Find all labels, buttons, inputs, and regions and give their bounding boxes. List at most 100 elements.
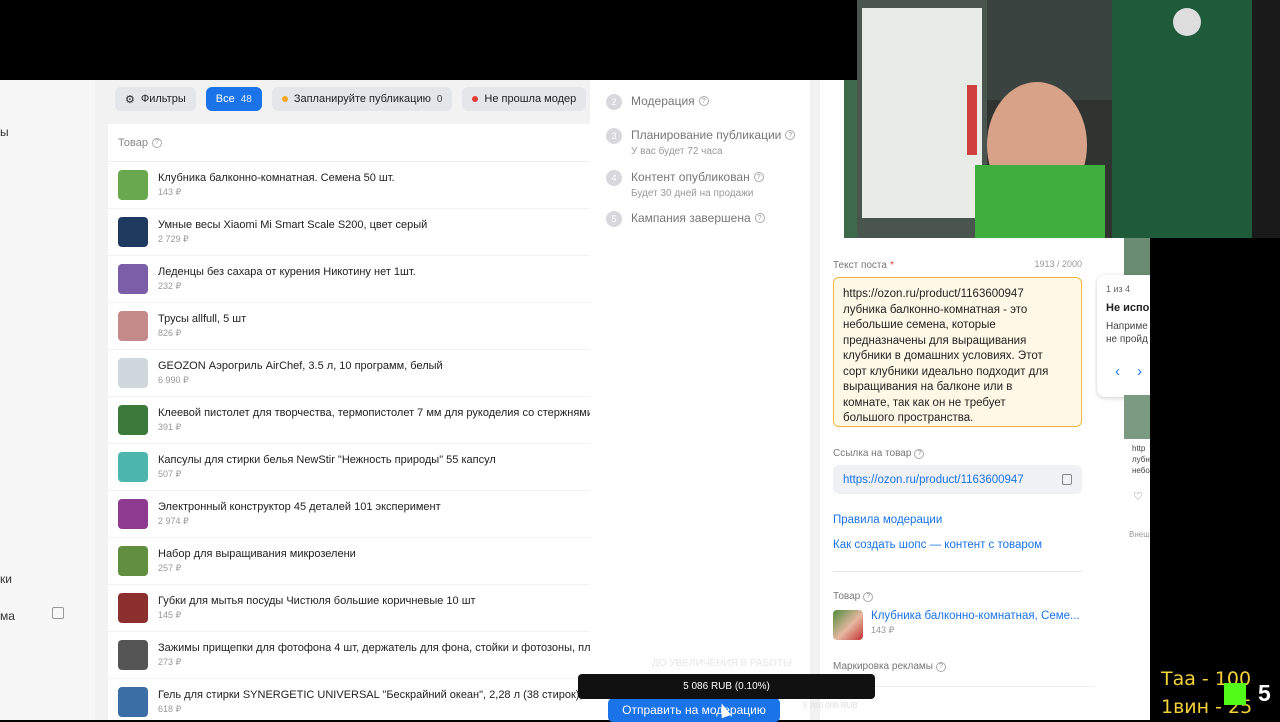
step-title: Контент опубликован (631, 170, 750, 184)
product-price: 391 ₽ (158, 422, 182, 432)
table-row[interactable]: Леденцы без сахара от курения Никотину н… (108, 256, 598, 303)
heart-icon[interactable]: ♡ (1133, 490, 1143, 503)
step-subtitle: У вас будет 72 часа (631, 146, 723, 157)
product-thumbnail (118, 405, 148, 435)
step-subtitle: Будет 30 дней на продажи (631, 188, 754, 199)
product-name: Леденцы без сахара от курения Никотину н… (158, 266, 416, 278)
tab-schedule-count: 0 (436, 93, 443, 105)
status-dot-red (472, 96, 479, 102)
preview-snippet: http (1132, 444, 1146, 453)
product-thumbnail (118, 170, 148, 200)
copy-icon[interactable] (1062, 474, 1072, 485)
preview-snippet: лубн (1132, 455, 1150, 464)
product-price: 507 ₽ (158, 469, 182, 479)
howto-create-link[interactable]: Как создать шопс — контент с товаром (833, 539, 1042, 551)
table-row[interactable]: Клеевой пистолет для творчества, термопи… (108, 397, 598, 444)
table-row[interactable]: Электронный конструктор 45 деталей 101 э… (108, 491, 598, 538)
product-price: 143 ₽ (871, 625, 895, 635)
product-name: Умные весы Xiaomi Mi Smart Scale S200, ц… (158, 219, 428, 231)
product-price: 273 ₽ (158, 657, 182, 667)
product-thumbnail (118, 593, 148, 623)
table-row[interactable]: Трусы allfull, 5 шт 826 ₽ (108, 303, 598, 350)
tab-failed-moderation[interactable]: Не прошла модер (462, 87, 587, 111)
donation-goal-banner: 5 086 RUB (0.10%) (578, 674, 875, 699)
help-icon[interactable]: ? (863, 591, 874, 602)
nav-item-3[interactable]: ма (0, 609, 15, 623)
hint-counter: 1 из 4 (1106, 284, 1131, 294)
table-row[interactable]: Клубника балконно-комнатная. Семена 50 ш… (108, 162, 598, 209)
hint-text-line: не пройд (1106, 334, 1148, 345)
help-icon[interactable]: ? (935, 661, 946, 672)
help-icon[interactable]: ? (698, 96, 709, 106)
chevron-left-icon[interactable]: ‹ (1115, 363, 1120, 380)
filters-label: Фильтры (140, 93, 186, 105)
divider (833, 571, 1082, 572)
help-icon[interactable]: ? (754, 213, 765, 223)
product-name: Гель для стирки SYNERGETIC UNIVERSAL "Бе… (158, 689, 598, 701)
product-thumbnail (118, 640, 148, 670)
hint-title: Не испо (1106, 302, 1150, 314)
tab-failed-label: Не прошла модер (484, 93, 577, 105)
donation-goal-start: 0 RUB (581, 701, 605, 710)
product-name-link[interactable]: Клубника балконно-комнатная, Семе... (871, 610, 1080, 622)
product-name: Набор для выращивания микрозелени (158, 548, 356, 560)
ad-marking-label: Маркировка рекламы ? (833, 661, 946, 672)
hint-text-line: Наприме (1106, 321, 1148, 332)
column-header-product: Товар (118, 136, 148, 149)
help-icon[interactable]: ? (785, 130, 796, 140)
submit-moderation-button[interactable]: Отправить на модерацию (608, 698, 780, 722)
product-thumbnail (833, 610, 863, 640)
tab-schedule-label: Запланируйте публикацию (293, 93, 431, 105)
product-price: 2 729 ₽ (158, 234, 189, 244)
left-navigation: ы ки ма (0, 80, 95, 720)
table-row[interactable]: Губки для мытья посуды Чистюля большие к… (108, 585, 598, 632)
product-name: Электронный конструктор 45 деталей 101 э… (158, 501, 441, 513)
product-link-label: Ссылка на товар ? (833, 448, 925, 459)
product-thumbnail (118, 217, 148, 247)
step-number: 5 (606, 211, 622, 227)
help-icon[interactable]: ? (914, 448, 925, 459)
tab-all[interactable]: Все 48 (205, 87, 262, 111)
step-number: 3 (606, 128, 622, 144)
product-link-field[interactable]: https://ozon.ru/product/1163600947 (833, 465, 1082, 494)
preview-hint-card: 1 из 4 Не испо Наприме не пройд ‹ › (1097, 275, 1150, 397)
post-text-area[interactable]: https://ozon.ru/product/1163600947 лубни… (833, 277, 1082, 427)
product-thumbnail (118, 546, 148, 576)
preview-image (1124, 238, 1150, 280)
campaign-steps-panel: 2 Модерация? 3 Планирование публикации? У ва… (590, 80, 810, 720)
tab-all-count: 48 (240, 93, 252, 105)
table-row[interactable]: Умные весы Xiaomi Mi Smart Scale S200, ц… (108, 209, 598, 256)
help-icon[interactable]: ? (151, 137, 162, 148)
chevron-right-icon[interactable]: › (1137, 363, 1142, 380)
kick-logo-icon (1224, 683, 1246, 705)
post-text-counter: 1913 / 2000 (1034, 259, 1082, 269)
step-title: Модерация (631, 94, 695, 108)
external-link-icon[interactable] (52, 607, 64, 619)
table-row[interactable]: Капсулы для стирки белья NewStir "Нежнос… (108, 444, 598, 491)
filter-sliders-icon: ⚙ (125, 93, 135, 106)
table-row[interactable]: GEOZON Аэрогриль AirChef, 3.5 л, 10 прог… (108, 350, 598, 397)
table-header: Товар ? (108, 124, 598, 162)
media-thumbnail-strip[interactable] (844, 80, 858, 238)
moderation-rules-link[interactable]: Правила модерации (833, 514, 942, 526)
table-row[interactable]: Гель для стирки SYNERGETIC UNIVERSAL "Бе… (108, 679, 598, 720)
product-price: 2 974 ₽ (158, 516, 189, 526)
step-number: 2 (606, 94, 622, 110)
overlay-number: 5 (1258, 680, 1271, 706)
product-price: 826 ₽ (158, 328, 182, 338)
tab-all-label: Все (215, 93, 235, 105)
product-thumbnail (118, 499, 148, 529)
help-icon[interactable]: ? (753, 172, 764, 182)
table-row[interactable]: Зажимы прищепки для фотофона 4 шт, держа… (108, 632, 598, 679)
ad-marking-label-text: Маркировка рекламы (833, 661, 933, 672)
campaign-step: 2 Модерация? (606, 94, 709, 110)
tab-schedule[interactable]: Запланируйте публикацию 0 (271, 87, 453, 111)
selected-product[interactable]: Клубника балконно-комнатная, Семе... 143… (833, 610, 1080, 640)
step-title: Планирование публикации (631, 128, 782, 142)
product-price: 257 ₽ (158, 563, 182, 573)
nav-item-2[interactable]: ки (0, 572, 12, 586)
table-row[interactable]: Набор для выращивания микрозелени 257 ₽ (108, 538, 598, 585)
nav-item-1[interactable]: ы (0, 125, 9, 139)
product-price: 232 ₽ (158, 281, 182, 291)
filters-button[interactable]: ⚙ Фильтры (115, 87, 196, 111)
